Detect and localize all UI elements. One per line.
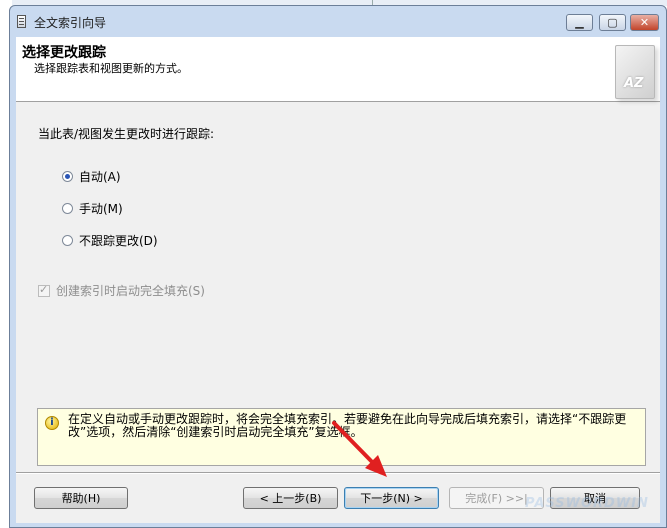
tracking-prompt: 当此表/视图发生更改时进行跟踪: bbox=[38, 127, 215, 141]
option-automatic[interactable]: 自动(A) bbox=[62, 168, 121, 185]
option-label: 自动(A) bbox=[79, 170, 121, 184]
page-title: 选择更改跟踪 bbox=[22, 45, 106, 61]
option-manual[interactable]: 手动(M) bbox=[62, 200, 123, 217]
checkbox-checked-icon[interactable] bbox=[38, 283, 50, 297]
title-bar[interactable]: 全文索引向导 ▁ ▢ ✕ bbox=[10, 6, 666, 37]
book-az-icon: AZ bbox=[615, 45, 655, 99]
info-icon: i bbox=[45, 416, 59, 430]
close-icon: ✕ bbox=[639, 16, 650, 29]
option-label: 不跟踪更改(D) bbox=[79, 234, 158, 248]
page-subtitle: 选择跟踪表和视图更新的方式。 bbox=[34, 62, 188, 75]
checkbox-label: 创建索引时启动完全填充(S) bbox=[56, 284, 205, 298]
next-button[interactable]: 下一步(N) > bbox=[344, 487, 439, 509]
document-icon bbox=[17, 15, 26, 28]
footer-separator bbox=[16, 472, 660, 474]
help-button[interactable]: 帮助(H) bbox=[34, 487, 128, 509]
wizard-window: 全文索引向导 ▁ ▢ ✕ 选择更改跟踪 选择跟踪表和视图更新的方式。 AZ 当此… bbox=[9, 5, 667, 528]
back-button[interactable]: < 上一步(B) bbox=[243, 487, 338, 509]
info-box: i 在定义自动或手动更改跟踪时，将会完全填充索引。若要避免在此向导完成后填充索引… bbox=[37, 408, 646, 466]
close-button[interactable]: ✕ bbox=[630, 14, 659, 31]
window-title: 全文索引向导 bbox=[34, 16, 107, 30]
radio-selected-icon[interactable] bbox=[62, 171, 73, 182]
maximize-button[interactable]: ▢ bbox=[599, 14, 626, 31]
radio-icon[interactable] bbox=[62, 203, 73, 214]
minimize-icon: ▁ bbox=[575, 16, 584, 29]
wizard-header: 选择更改跟踪 选择跟踪表和视图更新的方式。 AZ bbox=[16, 37, 660, 102]
minimize-button[interactable]: ▁ bbox=[566, 14, 593, 31]
watermark: PASSWORDWIN bbox=[525, 496, 649, 511]
info-text: 在定义自动或手动更改跟踪时，将会完全填充索引。若要避免在此向导完成后填充索引，请… bbox=[68, 412, 627, 439]
option-do-not-track[interactable]: 不跟踪更改(D) bbox=[62, 232, 158, 249]
radio-icon[interactable] bbox=[62, 235, 73, 246]
start-full-population-checkbox[interactable]: 创建索引时启动完全填充(S) bbox=[38, 282, 205, 299]
dialog-client: 选择更改跟踪 选择跟踪表和视图更新的方式。 AZ 当此表/视图发生更改时进行跟踪… bbox=[16, 37, 660, 523]
option-label: 手动(M) bbox=[79, 202, 123, 216]
maximize-icon: ▢ bbox=[607, 16, 618, 29]
